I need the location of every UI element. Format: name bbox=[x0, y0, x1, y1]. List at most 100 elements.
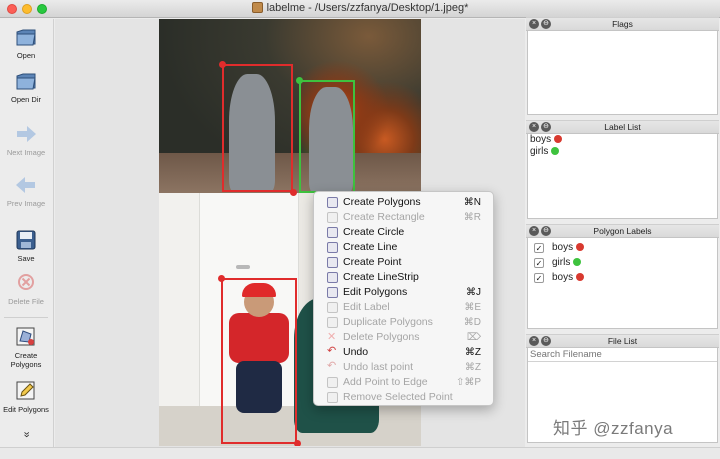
label-list: boys girls bbox=[527, 134, 718, 219]
bbox-vertex[interactable] bbox=[294, 440, 301, 446]
toolbar-open-button[interactable]: Open bbox=[0, 25, 52, 60]
menu-add-point-to-edge[interactable]: Add Point to Edge ⇧⌘P bbox=[314, 375, 493, 390]
label-color-dot bbox=[576, 273, 585, 281]
bbox-vertex[interactable] bbox=[219, 61, 226, 68]
label-color-dot bbox=[554, 135, 563, 143]
menu-delete-polygons[interactable]: ✕ Delete Polygons ⌦ bbox=[314, 330, 493, 345]
edit-icon bbox=[327, 377, 338, 388]
copy-icon bbox=[327, 317, 338, 328]
menu-create-polygons[interactable]: Create Polygons ⌘N bbox=[314, 195, 493, 210]
delete-icon bbox=[18, 274, 34, 290]
menu-create-line[interactable]: Create Line bbox=[314, 240, 493, 255]
bbox-vertex[interactable] bbox=[290, 189, 297, 196]
menu-item-label: Edit Polygons bbox=[343, 286, 408, 298]
toolbar-open-dir-button[interactable]: Open Dir bbox=[0, 69, 52, 104]
polygon-labels-list: ✓ boys ✓ girls ✓ boys bbox=[527, 238, 718, 329]
toolbar-save-button[interactable]: Save bbox=[0, 228, 52, 263]
toolbar-create-polygons-button[interactable]: Create Polygons bbox=[0, 325, 52, 369]
menu-create-circle[interactable]: Create Circle bbox=[314, 225, 493, 240]
menu-remove-selected-point[interactable]: Remove Selected Point bbox=[314, 390, 493, 405]
menu-shortcut: ⌘N bbox=[463, 197, 481, 208]
toolbar-edit-polygons-label: Edit Polygons bbox=[3, 405, 49, 414]
window-title-wrap: labelme - /Users/zzfanya/Desktop/1.jpeg* bbox=[0, 2, 720, 14]
canvas-context-menu: Create Polygons ⌘N Create Rectangle ⌘R Cre… bbox=[313, 191, 494, 406]
file-list-title: File List bbox=[607, 336, 638, 346]
left-toolbar: Open Open Dir Next Image Prev Image Save… bbox=[0, 19, 54, 459]
bbox-girls-1[interactable] bbox=[299, 80, 355, 193]
polygon-label-row[interactable]: ✓ girls bbox=[528, 255, 717, 270]
menu-create-point[interactable]: Create Point bbox=[314, 255, 493, 270]
polygon-label-name: girls bbox=[552, 257, 571, 268]
folder-icon bbox=[16, 73, 36, 90]
toolbar-next-image-button[interactable]: Next Image bbox=[0, 122, 52, 157]
search-filename-input[interactable] bbox=[528, 348, 717, 362]
polygon-labels-title: Polygon Labels bbox=[593, 226, 652, 236]
polygon-icon bbox=[327, 197, 338, 208]
menu-undo-last-point[interactable]: ↶ Undo last point ⌘Z bbox=[314, 360, 493, 375]
menu-item-label: Create LineStrip bbox=[343, 271, 419, 283]
label-color-dot bbox=[573, 258, 582, 266]
polygon-labels-panel: × ⊖ Polygon Labels ✓ boys ✓ girls ✓ boys bbox=[526, 224, 719, 332]
flags-list[interactable] bbox=[527, 31, 718, 115]
pencil-icon bbox=[327, 287, 338, 298]
menu-create-rectangle[interactable]: Create Rectangle ⌘R bbox=[314, 210, 493, 225]
label-list-item[interactable]: boys bbox=[528, 134, 717, 146]
point-icon bbox=[327, 257, 338, 268]
bbox-boys-2[interactable] bbox=[221, 278, 297, 444]
menu-item-label: Create Line bbox=[343, 241, 398, 253]
label-list-panel: × ⊖ Label List boys girls bbox=[526, 120, 719, 222]
menu-item-label: Create Rectangle bbox=[343, 211, 425, 223]
visibility-checkbox[interactable]: ✓ bbox=[534, 273, 544, 283]
polygon-label-row[interactable]: ✓ boys bbox=[528, 270, 717, 285]
toolbar-more-button[interactable]: » bbox=[0, 430, 52, 439]
flags-panel-header: × ⊖ Flags bbox=[526, 17, 719, 31]
toolbar-open-label: Open bbox=[16, 51, 36, 60]
status-bar bbox=[0, 447, 720, 459]
menu-item-label: Create Circle bbox=[343, 226, 405, 238]
menu-shortcut: ⌘Z bbox=[464, 347, 481, 358]
menu-duplicate-polygons[interactable]: Duplicate Polygons ⌘D bbox=[314, 315, 493, 330]
menu-edit-polygons[interactable]: Edit Polygons ⌘J bbox=[314, 285, 493, 300]
menu-item-label: Edit Label bbox=[343, 301, 390, 313]
label-list-item[interactable]: girls bbox=[528, 146, 717, 158]
undo-icon: ↶ bbox=[327, 360, 337, 372]
edit-icon bbox=[327, 302, 338, 313]
polygon-labels-header: × ⊖ Polygon Labels bbox=[526, 224, 719, 238]
menu-create-linestrip[interactable]: Create LineStrip bbox=[314, 270, 493, 285]
polygon-label-name: boys bbox=[552, 272, 574, 283]
flags-panel: × ⊖ Flags bbox=[526, 17, 719, 118]
toolbar-open-dir-label: Open Dir bbox=[10, 95, 41, 104]
undo-icon: ↶ bbox=[327, 345, 337, 357]
visibility-checkbox[interactable]: ✓ bbox=[534, 243, 544, 253]
title-bar: labelme - /Users/zzfanya/Desktop/1.jpeg* bbox=[0, 0, 720, 18]
toolbar-delete-file-label: Delete File bbox=[8, 297, 44, 306]
bbox-boys-1[interactable] bbox=[222, 64, 293, 192]
bbox-vertex[interactable] bbox=[218, 275, 225, 282]
menu-shortcut: ⌘Z bbox=[464, 362, 481, 373]
label-color-dot bbox=[576, 243, 585, 251]
toolbar-delete-file-button[interactable]: Delete File bbox=[0, 271, 52, 306]
circle-icon bbox=[327, 227, 338, 238]
labelme-app-icon bbox=[251, 2, 263, 13]
visibility-checkbox[interactable]: ✓ bbox=[534, 258, 544, 268]
menu-item-label: Delete Polygons bbox=[343, 331, 420, 343]
window-title: labelme - /Users/zzfanya/Desktop/1.jpeg* bbox=[266, 2, 469, 14]
polygon-label-row[interactable]: ✓ boys bbox=[528, 240, 717, 255]
bbox-vertex[interactable] bbox=[296, 77, 303, 84]
menu-shortcut: ⌘R bbox=[463, 212, 481, 223]
arrow-right-icon bbox=[17, 126, 36, 142]
linestrip-icon bbox=[327, 272, 338, 283]
toolbar-edit-polygons-button[interactable]: Edit Polygons bbox=[0, 379, 52, 414]
polygon-icon bbox=[16, 327, 35, 346]
flags-panel-title: Flags bbox=[612, 19, 633, 29]
label-name: boys bbox=[530, 134, 552, 145]
toolbar-prev-image-button[interactable]: Prev Image bbox=[0, 173, 52, 208]
label-name: girls bbox=[530, 146, 549, 157]
menu-item-label: Duplicate Polygons bbox=[343, 316, 433, 328]
menu-shortcut: ⌘E bbox=[464, 302, 481, 313]
folder-icon bbox=[16, 29, 36, 46]
pencil-icon bbox=[16, 381, 35, 400]
menu-undo[interactable]: ↶ Undo ⌘Z bbox=[314, 345, 493, 360]
door-handle bbox=[236, 265, 250, 269]
menu-edit-label[interactable]: Edit Label ⌘E bbox=[314, 300, 493, 315]
